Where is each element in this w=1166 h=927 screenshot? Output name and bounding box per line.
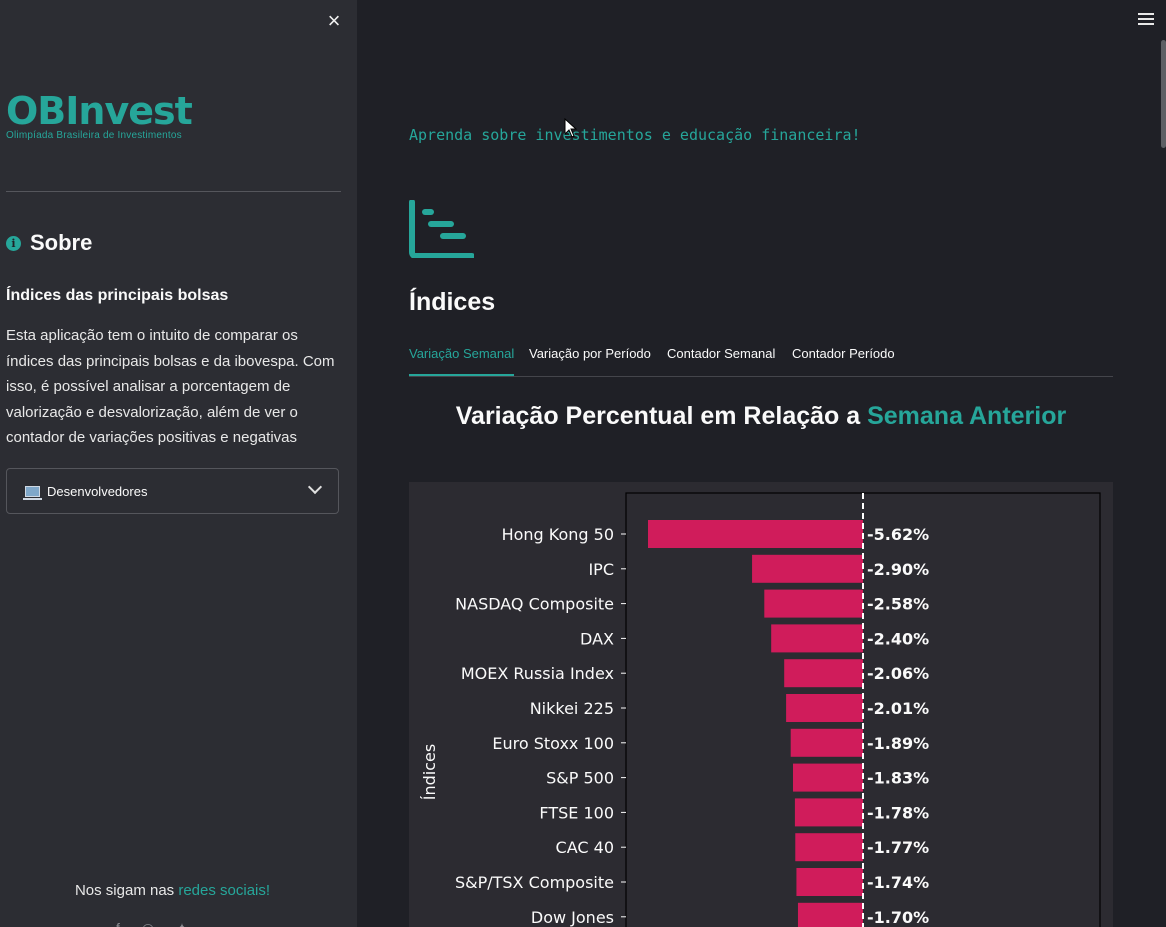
- bar: [752, 554, 863, 583]
- tab-variacao-semanal[interactable]: Variação Semanal: [409, 340, 515, 376]
- data-label: -2.01%: [867, 699, 929, 718]
- y-tick-label: Euro Stoxx 100: [492, 734, 614, 753]
- tab-bar: Variação Semanal Variação por Período Co…: [409, 340, 1113, 377]
- y-tick-label: IPC: [588, 560, 614, 579]
- social-prefix: Nos sigam nas: [74, 882, 179, 899]
- bar: [797, 902, 863, 927]
- data-label: -1.77%: [867, 838, 929, 857]
- developers-label: Desenvolvedores: [47, 483, 148, 499]
- bar: [795, 833, 863, 862]
- hamburger-line: [1138, 23, 1154, 25]
- chart-title: Variação Percentual em Relação a Semana …: [409, 402, 1113, 431]
- social-line: Nos sigam nas redes sociais!: [0, 882, 345, 899]
- data-label: -1.70%: [867, 908, 929, 927]
- data-label: -1.89%: [867, 734, 929, 753]
- y-tick-label: DAX: [580, 629, 614, 648]
- chart-panel: Hong Kong 50 -5.62% IPC -2.90% NASDAQ Compos…: [409, 482, 1113, 927]
- bar: [648, 520, 863, 548]
- tagline: Aprenda sobre investimentos e educação f…: [409, 126, 861, 144]
- bar: [784, 659, 863, 688]
- sidebar-subtitle: Índices das principais bolsas: [6, 287, 229, 304]
- chart-title-prefix: Variação Percentual em Relação a: [455, 402, 868, 430]
- sidebar: × OBInvest Olimpíada Brasileira de Inves…: [0, 0, 357, 927]
- y-tick-label: S&P/TSX Composite: [455, 873, 614, 892]
- laptop-icon: [23, 485, 42, 500]
- bar: [771, 624, 863, 653]
- bar-chart: Hong Kong 50 -5.62% IPC -2.90% NASDAQ Compos…: [420, 492, 1101, 927]
- logo: OBInvest Olimpíada Brasileira de Investi…: [6, 89, 193, 141]
- close-sidebar-button[interactable]: ×: [324, 8, 344, 33]
- mouse-cursor-icon: [564, 118, 578, 138]
- y-axis-label: Índices: [420, 744, 439, 800]
- data-label: -2.58%: [867, 595, 929, 614]
- hamburger-icon: [1138, 13, 1154, 15]
- y-tick-label: Nikkei 225: [530, 699, 614, 718]
- data-label: -2.40%: [867, 629, 929, 648]
- bar: [786, 694, 863, 722]
- data-label: -5.62%: [867, 525, 929, 544]
- facebook-icon[interactable]: f: [116, 920, 120, 927]
- bar: [790, 728, 863, 757]
- data-label: -2.06%: [867, 664, 929, 683]
- bar-chart-icon: [409, 200, 474, 258]
- about-title: Sobre: [30, 230, 93, 255]
- data-label: -1.74%: [867, 873, 929, 892]
- scrollbar[interactable]: [1161, 40, 1166, 148]
- social-icons: f ◎ ✦: [116, 920, 188, 927]
- y-tick-label: Dow Jones: [531, 908, 614, 927]
- y-tick-label: Hong Kong 50: [502, 525, 614, 544]
- y-tick-label: FTSE 100: [539, 803, 614, 822]
- hamburger-line: [1138, 18, 1154, 20]
- chevron-down-icon: [307, 479, 323, 495]
- close-icon: ×: [327, 8, 341, 33]
- sidebar-divider: [6, 191, 341, 192]
- data-label: -2.90%: [867, 560, 929, 579]
- tab-contador-periodo[interactable]: Contador Período: [792, 340, 895, 374]
- data-label: -1.83%: [867, 769, 929, 788]
- y-tick-label: CAC 40: [556, 838, 614, 857]
- y-tick-label: NASDAQ Composite: [455, 595, 614, 614]
- bar: [796, 868, 863, 896]
- logo-text: OBInvest: [6, 89, 193, 133]
- about-heading: i Sobre: [6, 230, 92, 256]
- bar: [764, 589, 863, 618]
- main-menu-button[interactable]: [1138, 13, 1154, 27]
- data-label: -1.78%: [867, 803, 929, 822]
- social-link[interactable]: redes sociais!: [178, 882, 270, 899]
- info-icon: i: [6, 235, 21, 251]
- sidebar-description: Esta aplicação tem o intuito de comparar…: [6, 327, 335, 447]
- bar: [792, 763, 863, 792]
- logo-subtitle: Olimpíada Brasileira de Investimentos: [6, 130, 182, 141]
- y-tick-label: S&P 500: [546, 769, 614, 788]
- chart-title-accent: Semana Anterior: [867, 402, 1067, 430]
- y-tick-label: MOEX Russia Index: [461, 664, 614, 683]
- page-title: Índices: [409, 288, 496, 316]
- twitter-icon[interactable]: ✦: [176, 920, 188, 927]
- tab-contador-semanal[interactable]: Contador Semanal: [667, 340, 775, 374]
- tab-variacao-periodo[interactable]: Variação por Período: [529, 340, 651, 374]
- developers-expander[interactable]: Desenvolvedores: [6, 468, 339, 514]
- bar: [794, 798, 863, 827]
- instagram-icon[interactable]: ◎: [142, 920, 154, 927]
